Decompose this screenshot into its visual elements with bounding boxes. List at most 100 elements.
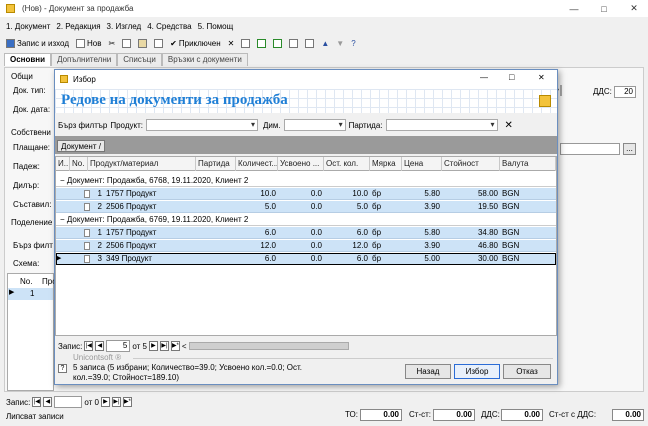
dialog-nav-new-icon[interactable]: ▶*	[170, 341, 180, 351]
cell-rest: 6.0	[356, 254, 368, 263]
product-filter-label: Продукт:	[110, 120, 143, 130]
group-label: − Документ: Продажба, 6768, 19.11.2020, …	[60, 176, 249, 185]
tab-lists[interactable]: Списъци	[117, 53, 162, 66]
selection-dialog: Избор — □ ✕ Редове на документи за прода…	[54, 69, 558, 385]
back-button[interactable]: Назад	[405, 364, 451, 379]
nav-new-icon[interactable]: ▶*	[122, 397, 132, 407]
dialog-nav-first-icon[interactable]: |◀	[84, 341, 94, 351]
product-filter-select[interactable]	[145, 119, 258, 131]
dim-filter-select[interactable]	[283, 119, 346, 131]
doc-type-select-right[interactable]	[560, 85, 562, 96]
bottom-nav-input[interactable]	[54, 396, 83, 408]
tool-button-3[interactable]	[271, 36, 284, 50]
dialog-titlebar: Избор — □ ✕	[55, 70, 557, 89]
menu-edit[interactable]: 2. Редакция	[56, 22, 100, 31]
nav-last-icon[interactable]: ▶|	[111, 397, 121, 407]
save-close-button[interactable]: Запис и изход	[4, 36, 71, 50]
close-doc-button[interactable]: ✔ Приключен	[168, 36, 223, 50]
close-button[interactable]: ✕	[620, 0, 648, 17]
grid-col-header[interactable]: Усвоено ...	[278, 157, 324, 171]
nav-first-icon[interactable]: |◀	[32, 397, 42, 407]
grid-col-header[interactable]: Партида	[196, 157, 236, 171]
table-row[interactable]: 1 1757 Продукт 6.0 0.0 6.0 бр 5.80 34.80 BGN	[56, 227, 556, 239]
tool-button-2[interactable]	[255, 36, 268, 50]
menu-document[interactable]: 1. Документ	[6, 22, 50, 31]
row-pointer-icon: ▶	[56, 255, 62, 262]
batch-filter-select[interactable]	[385, 119, 498, 131]
dialog-close-button[interactable]: ✕	[538, 73, 545, 82]
nav-next-icon[interactable]: ▶	[100, 397, 110, 407]
help-button[interactable]: ?	[349, 36, 357, 50]
sheet-icon	[241, 38, 251, 48]
tool-button-4[interactable]	[287, 36, 300, 50]
cell-price: 5.80	[424, 189, 440, 198]
grid-col-header[interactable]: И...	[56, 157, 70, 171]
horizontal-scrollbar[interactable]	[188, 342, 349, 350]
new-button[interactable]: Нов	[74, 36, 103, 50]
doc-date-label: Док. дата:	[13, 105, 51, 114]
delete-button[interactable]: ✕	[226, 36, 237, 50]
tab-additional[interactable]: Допълнителни	[51, 53, 118, 66]
cut-button[interactable]: ✂	[106, 36, 117, 50]
grid-col-header[interactable]: Количест...	[236, 157, 278, 171]
tab-main[interactable]: Основни	[4, 53, 52, 66]
group-row[interactable]: − Документ: Продажба, 6769, 19.11.2020, …	[56, 214, 556, 226]
menu-view[interactable]: 3. Изглед	[107, 22, 142, 31]
cell-product: 2506 Продукт	[106, 202, 157, 211]
payment-field-right[interactable]	[560, 143, 620, 155]
dialog-nav-prev-icon[interactable]: ◀	[95, 341, 105, 351]
select-button[interactable]: Избор	[454, 364, 500, 379]
dialog-minimize-button[interactable]: —	[480, 73, 488, 82]
dialog-nav-next-icon[interactable]: ▶	[148, 341, 158, 351]
grid-col-header[interactable]: Продукт/материал	[88, 157, 196, 171]
dialog-heading: Редове на документи за продажба	[61, 92, 288, 108]
tab-strip: Основни Допълнителни Списъци Връзки с до…	[4, 53, 248, 67]
grid-col-header[interactable]: Цена	[402, 157, 442, 171]
hscroll-left-icon[interactable]: <	[182, 342, 187, 351]
table-row[interactable]: ▶ 3 349 Продукт 6.0 0.0 6.0 бр 5.00 30.00 BGN	[56, 253, 556, 265]
table-row[interactable]: 1 1757 Продукт 10.0 0.0 10.0 бр 5.80 58.00 BGN	[56, 188, 556, 200]
group-row[interactable]: − Документ: Продажба, 6768, 19.11.2020, …	[56, 175, 556, 187]
help-icon: ?	[351, 38, 356, 48]
table-icon	[289, 38, 299, 48]
st-vat-label: Ст-ст с ДДС:	[549, 410, 597, 419]
maximize-button[interactable]: □	[590, 0, 618, 17]
cell-qty: 5.0	[264, 202, 276, 211]
grid-col-header[interactable]: Валута	[500, 157, 556, 171]
app-icon	[6, 4, 15, 13]
cell-price: 3.90	[424, 202, 440, 211]
move-down-button[interactable]: ▼	[334, 36, 346, 50]
cell-rest: 10.0	[352, 189, 368, 198]
minimize-button[interactable]: —	[560, 0, 588, 17]
menu-tools[interactable]: 4. Средства	[147, 22, 191, 31]
lines-grid-row[interactable]: ▶ 1	[8, 288, 53, 300]
paste-button[interactable]	[136, 36, 149, 50]
tool-button-5[interactable]	[303, 36, 316, 50]
vat-field[interactable]: 20	[614, 86, 636, 98]
grid-col-header[interactable]: No.	[70, 157, 88, 171]
group-by-document-button[interactable]: Документ /	[57, 140, 105, 152]
move-up-button[interactable]: ▲	[319, 36, 331, 50]
tab-links[interactable]: Връзки с документи	[161, 53, 248, 66]
clear-filter-icon[interactable]: ✕	[505, 120, 513, 131]
section-general: Общи	[11, 72, 33, 81]
tool-button-1[interactable]	[239, 36, 252, 50]
to-label: ТО:	[345, 410, 358, 419]
cell-unit: бр	[372, 202, 382, 211]
edit-button[interactable]	[152, 36, 165, 50]
nav-prev-icon[interactable]: ◀	[43, 397, 53, 407]
menu-help[interactable]: 5. Помощ	[198, 22, 234, 31]
payment-more-button[interactable]: ...	[623, 143, 636, 155]
dialog-header: Редове на документи за продажба	[55, 89, 557, 113]
save-icon	[6, 38, 15, 48]
copy-button[interactable]	[120, 36, 133, 50]
table-row[interactable]: 2 2506 Продукт 12.0 0.0 12.0 бр 3.90 46.80 BGN	[56, 240, 556, 252]
grid-col-header[interactable]: Ост. кол.	[324, 157, 370, 171]
cancel-button[interactable]: Отказ	[503, 364, 551, 379]
table-row[interactable]: 2 2506 Продукт 5.0 0.0 5.0 бр 3.90 19.50 BGN	[56, 201, 556, 213]
dialog-maximize-button[interactable]: □	[509, 72, 514, 82]
dialog-nav-last-icon[interactable]: ▶|	[159, 341, 169, 351]
dialog-nav-input[interactable]: 5	[106, 340, 131, 352]
grid-col-header[interactable]: Мярка	[370, 157, 402, 171]
grid-col-header[interactable]: Стойност	[442, 157, 500, 171]
